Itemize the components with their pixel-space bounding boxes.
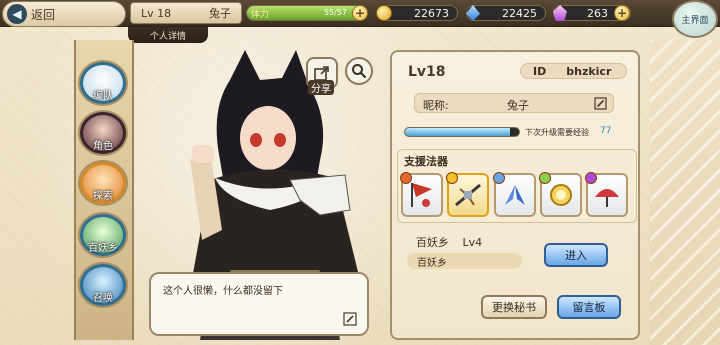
- profile-level: Lv18: [408, 64, 446, 80]
- side-item-village[interactable]: 百妖乡: [78, 212, 128, 258]
- side-item-explore[interactable]: 探索: [78, 160, 128, 206]
- crossbow-artifact-icon: [455, 183, 481, 207]
- player-level: Lv 18: [141, 6, 172, 20]
- change-secretary-label: 更换秘书: [492, 301, 536, 314]
- decorative-edge: [650, 40, 720, 345]
- zoom-button[interactable]: [345, 57, 373, 85]
- support-artifacts-title: 支援法器: [404, 155, 448, 168]
- back-label: 返回: [31, 7, 56, 22]
- id-label: ID: [533, 64, 547, 78]
- village-level: Lv4: [462, 236, 483, 249]
- speech-bubble: 这个人很懒，什么都没留下: [149, 272, 369, 336]
- artifact-slot-3[interactable]: [493, 172, 536, 217]
- golden-mirror-artifact-icon: [550, 184, 572, 206]
- add-stamina-button[interactable]: +: [352, 5, 368, 21]
- village-bar: 百妖乡: [407, 253, 522, 269]
- side-item-label: 角色: [93, 141, 113, 152]
- player-nameplate: Lv 18 兔子: [130, 2, 242, 24]
- exp-bar: [404, 127, 520, 137]
- exp-value: 77: [600, 126, 612, 136]
- nickname-label: 昵称:: [423, 99, 449, 112]
- side-item-team[interactable]: 编队: [78, 60, 128, 106]
- exp-fill: [405, 128, 510, 136]
- nickname-field: 昵称: 兔子: [414, 93, 614, 113]
- player-name: 兔子: [209, 7, 231, 20]
- message-board-label: 留言板: [572, 301, 606, 314]
- change-secretary-button[interactable]: 更换秘书: [481, 295, 547, 319]
- edit-nickname-icon[interactable]: [594, 97, 607, 110]
- player-id: ID bhzkicr: [520, 63, 627, 79]
- stamina-label: 体力: [251, 10, 270, 20]
- back-arrow-icon: ◀: [7, 4, 27, 24]
- enter-village-button[interactable]: 进入: [544, 243, 608, 267]
- main-menu-label: 主界面: [681, 15, 709, 26]
- signature-text: 这个人很懒，什么都没留下: [163, 286, 283, 297]
- share-label: 分享: [308, 80, 334, 95]
- rarity-badge-icon: [493, 172, 505, 184]
- rarity-badge-icon: [446, 172, 458, 184]
- id-value: bhzkicr: [566, 64, 612, 78]
- back-button[interactable]: ◀ 返回: [2, 1, 126, 27]
- add-crystal-button[interactable]: +: [614, 5, 630, 21]
- village-bar-label: 百妖乡: [417, 257, 447, 269]
- rarity-badge-icon: [400, 172, 412, 184]
- exp-label: 下次升级需要经验: [525, 128, 589, 137]
- blue-wings-artifact-icon: [505, 185, 525, 205]
- rarity-badge-icon: [585, 172, 597, 184]
- message-board-button[interactable]: 留言板: [557, 295, 621, 319]
- page-title: 个人详情: [128, 27, 208, 43]
- stamina-value: 55/57: [323, 8, 347, 17]
- village-info: 百妖乡 Lv4: [416, 234, 482, 250]
- nickname-value: 兔子: [507, 99, 529, 112]
- gold-value: 22673: [414, 6, 449, 20]
- edit-signature-icon[interactable]: [343, 312, 357, 326]
- artifact-slot-1[interactable]: [400, 172, 443, 217]
- main-menu-button[interactable]: 主界面: [672, 0, 718, 38]
- crystal-value: 263: [587, 6, 608, 20]
- side-item-label: 探索: [93, 191, 113, 202]
- stamina-bar: 体力 55/57: [246, 5, 364, 21]
- gem-value: 22425: [502, 6, 537, 20]
- artifact-slot-4[interactable]: [539, 172, 582, 217]
- rarity-badge-icon: [539, 172, 551, 184]
- side-item-label: 百妖乡: [88, 243, 118, 254]
- coin-icon: [376, 5, 392, 21]
- side-item-characters[interactable]: 角色: [78, 110, 128, 156]
- umbrella-artifact-icon: [595, 189, 619, 207]
- red-flag-artifact-icon: [411, 183, 432, 207]
- village-name: 百妖乡: [416, 236, 449, 249]
- artifact-slot-5[interactable]: [585, 172, 628, 217]
- enter-label: 进入: [565, 249, 587, 262]
- artifact-slot-2[interactable]: [446, 172, 489, 217]
- side-item-label: 召唤: [93, 293, 113, 304]
- side-item-summon[interactable]: 召唤: [78, 262, 128, 308]
- magnifier-icon: [352, 64, 367, 79]
- side-item-label: 编队: [93, 91, 113, 102]
